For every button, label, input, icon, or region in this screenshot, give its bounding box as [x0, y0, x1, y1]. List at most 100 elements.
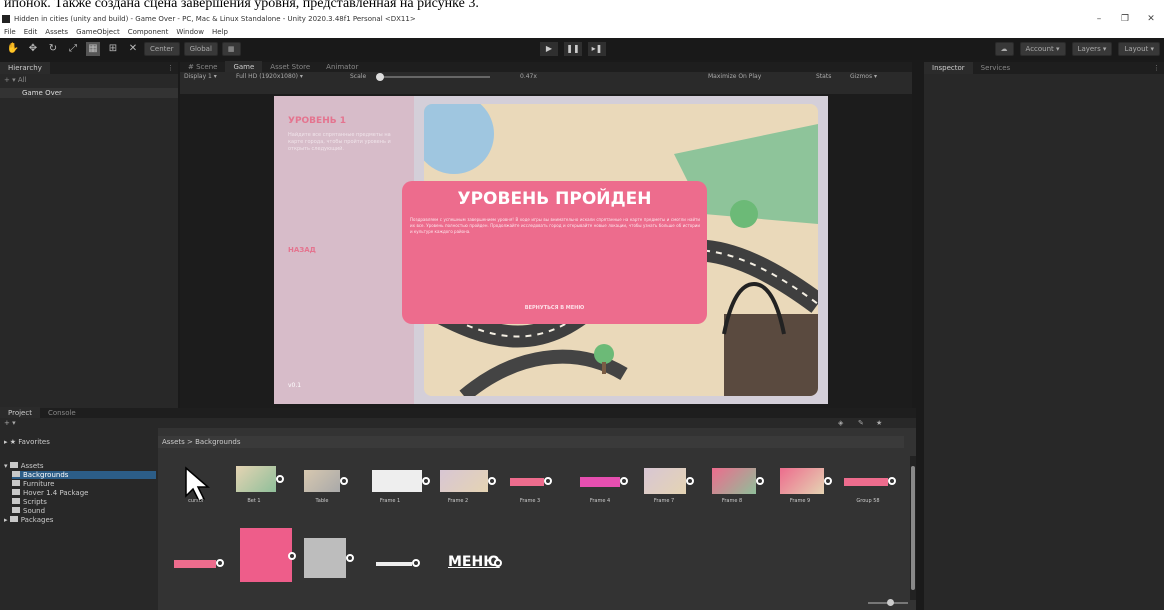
- global-local-toggle[interactable]: Global: [183, 42, 218, 56]
- menu-edit[interactable]: Edit: [24, 28, 38, 36]
- favorite-search-icon[interactable]: ★: [876, 418, 882, 428]
- maximize-button[interactable]: ❐: [1112, 12, 1138, 26]
- project-tabs: Project Console: [0, 407, 916, 419]
- project-tree: ▸ ★ Favorites ▾ Assets Backgrounds Furni…: [0, 428, 158, 610]
- asset-menu-text[interactable]: МЕНЮ: [448, 546, 518, 594]
- step-button[interactable]: ▸❚: [588, 42, 606, 56]
- tree-sound[interactable]: Sound: [12, 507, 45, 515]
- asset-button-dark[interactable]: [370, 546, 440, 594]
- custom-tool-icon[interactable]: ✕: [126, 42, 140, 56]
- unity-editor-screen: ипонок. Также создана сцена завершения у…: [0, 0, 1164, 610]
- move-tool-icon[interactable]: ✥: [26, 42, 40, 56]
- tree-favorites[interactable]: ▸ ★ Favorites: [4, 438, 50, 446]
- window-title: Hidden in cities (unity and build) - Gam…: [14, 15, 416, 23]
- folder-icon: [9, 462, 18, 468]
- create-asset-button[interactable]: + ▾: [4, 418, 16, 428]
- display-dropdown[interactable]: Display 1 ▾: [184, 72, 217, 82]
- asset-scrollbar-thumb[interactable]: [911, 466, 915, 590]
- gizmos-dropdown[interactable]: Gizmos ▾: [850, 72, 877, 82]
- hierarchy-search[interactable]: + ▾ All: [4, 76, 174, 86]
- tab-hierarchy[interactable]: Hierarchy: [0, 62, 50, 74]
- rotate-tool-icon[interactable]: ↻: [46, 42, 60, 56]
- close-button[interactable]: ✕: [1138, 12, 1164, 26]
- tree-assets[interactable]: ▾ Assets: [4, 462, 44, 470]
- title-bar: Hidden in cities (unity and build) - Gam…: [0, 12, 1164, 26]
- asset-button-pink[interactable]: [168, 546, 238, 594]
- asset-label: Frame 4: [589, 498, 611, 504]
- asset-label: Group 58: [856, 498, 880, 504]
- services-icon[interactable]: ☁: [994, 42, 1014, 56]
- asset-frame-4[interactable]: Frame 4: [572, 464, 642, 512]
- pause-button[interactable]: ❚❚: [564, 42, 582, 56]
- menu-file[interactable]: File: [4, 28, 16, 36]
- tree-scripts[interactable]: Scripts: [12, 498, 47, 506]
- panel-menu-icon[interactable]: ⋮: [167, 62, 174, 74]
- hand-tool-icon[interactable]: ✋: [6, 42, 20, 56]
- search-by-type-icon[interactable]: ◈: [838, 418, 843, 428]
- asset-browser: Assets > Backgrounds cursor Bet 1 Table …: [158, 428, 916, 610]
- asset-frame-2[interactable]: Frame 2: [430, 464, 500, 512]
- asset-frame-3[interactable]: Frame 3: [502, 464, 572, 512]
- layout-dropdown[interactable]: Layout ▾: [1118, 42, 1160, 56]
- asset-group-58[interactable]: Group 58: [840, 464, 910, 512]
- scale-tool-icon[interactable]: ⤢: [66, 42, 80, 56]
- side-panel-text: Найдите все спрятанные предметы на карте…: [288, 132, 391, 152]
- asset-scrollbar[interactable]: [910, 456, 916, 600]
- menu-component[interactable]: Component: [128, 28, 169, 36]
- inspector-menu-icon[interactable]: ⋮: [1153, 62, 1160, 74]
- menu-help[interactable]: Help: [212, 28, 228, 36]
- menu-bar: File Edit Assets GameObject Component Wi…: [0, 26, 1164, 38]
- tab-services[interactable]: Services: [973, 62, 1019, 74]
- asset-label: Frame 2: [447, 498, 469, 504]
- asset-frame-8[interactable]: Frame 8: [704, 464, 774, 512]
- grid-snap-icon[interactable]: ▦: [221, 42, 241, 56]
- scale-slider-handle[interactable]: [376, 73, 384, 81]
- scene-root-item[interactable]: Game Over: [0, 88, 178, 98]
- main-toolbar: ✋ ✥ ↻ ⤢ ▦ ⊞ ✕ Center Global ▦ ▶ ❚❚ ▸❚ ☁ …: [0, 38, 1164, 60]
- asset-panel-grey[interactable]: [304, 538, 374, 586]
- search-by-label-icon[interactable]: ✎: [858, 418, 864, 428]
- folder-icon: [9, 516, 18, 522]
- rect-tool-icon[interactable]: ▦: [86, 42, 100, 56]
- maximize-on-play-toggle[interactable]: Maximize On Play: [708, 72, 761, 82]
- game-view-toolbar: Display 1 ▾ Full HD (1920x1080) ▾ Scale …: [180, 72, 912, 94]
- asset-cursor[interactable]: cursor: [168, 464, 224, 512]
- asset-panel-pink[interactable]: [240, 528, 300, 598]
- asset-label: Table: [315, 498, 329, 504]
- transform-tool-icon[interactable]: ⊞: [106, 42, 120, 56]
- asset-frame-1[interactable]: Frame 1: [362, 464, 432, 512]
- minimize-button[interactable]: –: [1086, 12, 1112, 26]
- tree-assets-label: Assets: [20, 462, 44, 470]
- thumbnail-size-handle[interactable]: [887, 599, 894, 606]
- hierarchy-panel: Hierarchy ⋮ + ▾ All Game Over: [0, 62, 178, 408]
- pivot-center-toggle[interactable]: Center: [144, 42, 180, 56]
- stats-toggle[interactable]: Stats: [816, 72, 831, 82]
- menu-assets[interactable]: Assets: [45, 28, 68, 36]
- asset-frame-7[interactable]: Frame 7: [636, 464, 706, 512]
- menu-gameobject[interactable]: GameObject: [76, 28, 120, 36]
- unity-logo-icon: [2, 15, 10, 23]
- project-tabs-bar: Project Console: [0, 407, 916, 419]
- hierarchy-tabs: Hierarchy: [0, 62, 178, 74]
- tree-hover-package[interactable]: Hover 1.4 Package: [12, 489, 88, 497]
- breadcrumb[interactable]: Assets > Backgrounds: [158, 436, 904, 448]
- account-dropdown[interactable]: Account ▾: [1019, 42, 1066, 56]
- tree-backgrounds[interactable]: Backgrounds: [12, 471, 156, 479]
- asset-table[interactable]: Table: [294, 464, 364, 512]
- resolution-dropdown[interactable]: Full HD (1920x1080) ▾: [236, 72, 303, 82]
- menu-window[interactable]: Window: [176, 28, 204, 36]
- asset-label: Frame 1: [379, 498, 401, 504]
- tree-packages[interactable]: ▸ Packages: [4, 516, 53, 524]
- layers-dropdown[interactable]: Layers ▾: [1071, 42, 1113, 56]
- tab-inspector[interactable]: Inspector: [924, 62, 973, 74]
- tree-furniture[interactable]: Furniture: [12, 480, 54, 488]
- scale-slider[interactable]: [380, 76, 490, 78]
- asset-label: Frame 7: [653, 498, 675, 504]
- game-side-panel: УРОВЕНЬ 1 Найдите все спрятанные предмет…: [274, 96, 414, 404]
- side-back-button[interactable]: НАЗАД: [288, 246, 316, 254]
- play-button[interactable]: ▶: [540, 42, 558, 56]
- asset-frame-9[interactable]: Frame 9: [772, 464, 842, 512]
- return-to-menu-button[interactable]: ВЕРНУТЬСЯ В МЕНЮ: [402, 305, 707, 311]
- asset-bet-1[interactable]: Bet 1: [226, 464, 296, 512]
- modal-text: Поздравляем с успешным завершением уровн…: [410, 217, 700, 234]
